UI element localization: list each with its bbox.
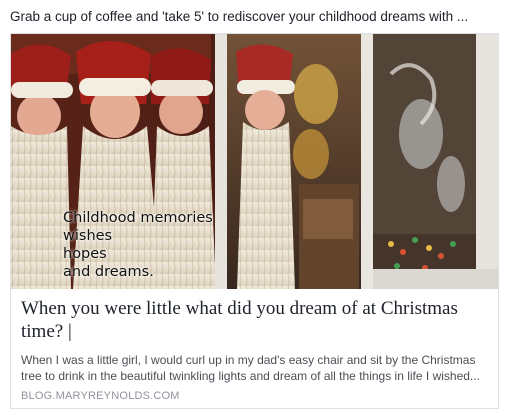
link-preview-body[interactable]: When you were little what did you dream … [11, 289, 498, 408]
image-caption-line-3: hopes [63, 246, 107, 262]
link-preview-image[interactable]: Childhood memories wishes hopes and drea… [11, 34, 498, 289]
image-caption-line-2: wishes [63, 228, 113, 244]
image-caption-line-4: and dreams. [63, 264, 154, 280]
post-text: Grab a cup of coffee and 'take 5' to red… [10, 9, 469, 24]
link-preview-card[interactable]: Childhood memories wishes hopes and drea… [10, 33, 499, 409]
image-caption-line-1: Childhood memories [63, 210, 213, 226]
link-title[interactable]: When you were little what did you dream … [21, 297, 489, 343]
link-description: When I was a little girl, I would curl u… [21, 353, 480, 383]
link-domain: BLOG.MARYREYNOLDS.COM [21, 390, 180, 402]
